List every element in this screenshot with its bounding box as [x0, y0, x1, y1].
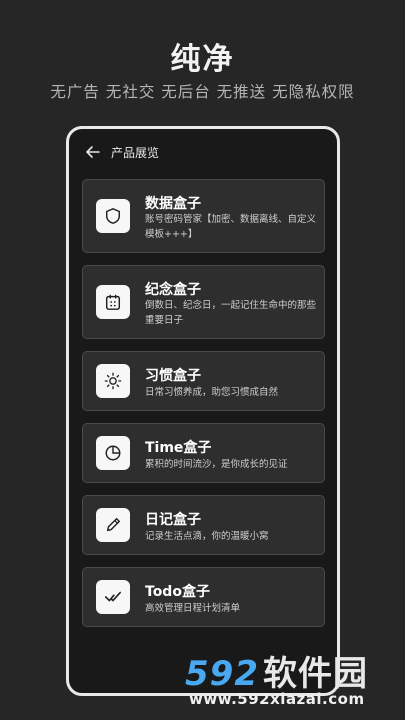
card-description: 记录生活点滴，你的温暖小窝 [145, 531, 269, 542]
card-description: 累积的时间流沙，是你成长的见证 [145, 459, 288, 470]
card-title: 习惯盒子 [145, 368, 201, 384]
card-habit-box[interactable]: 习惯盒子 日常习惯养成，助您习惯成自然 [82, 351, 325, 411]
watermark-logo-number: 592 [185, 654, 259, 694]
card-diary-box[interactable]: 日记盒子 记录生活点滴，你的温暖小窝 [82, 495, 325, 555]
arrow-left-icon[interactable] [85, 144, 101, 160]
card-title: 日记盒子 [145, 512, 201, 528]
phone-frame: 产品展览 数据盒子 账号密码管家【加密、数据离线、自定义模板+++】 纪念盒子 … [66, 126, 340, 696]
card-data-box[interactable]: 数据盒子 账号密码管家【加密、数据离线、自定义模板+++】 [82, 179, 325, 253]
card-title: 数据盒子 [145, 196, 201, 212]
pencil-icon [96, 508, 130, 542]
sun-icon [96, 364, 130, 398]
card-todo-box[interactable]: Todo盒子 高效管理日程计划清单 [82, 567, 325, 627]
card-description: 账号密码管家【加密、数据离线、自定义模板+++】 [145, 214, 317, 240]
card-description: 高效管理日程计划清单 [145, 603, 241, 614]
calendar-icon [96, 285, 130, 319]
watermark: 592 软件园 www.592xiazai.com [185, 646, 395, 712]
tagline: 无广告 无社交 无后台 无推送 无隐私权限 [50, 83, 355, 101]
double-check-icon [96, 580, 130, 614]
pie-chart-icon [96, 436, 130, 470]
watermark-logo: 592 软件园 [185, 646, 368, 695]
card-title: 纪念盒子 [145, 282, 201, 298]
headline: 纯净 [170, 42, 235, 77]
card-time-box[interactable]: Time盒子 累积的时间流沙，是你成长的见证 [82, 423, 325, 483]
app-top-bar: 产品展览 [69, 129, 337, 175]
app-title: 产品展览 [111, 145, 160, 160]
shield-icon [96, 199, 130, 233]
watermark-url: www.592xiazai.com [189, 690, 365, 708]
watermark-logo-text: 软件园 [262, 654, 368, 694]
card-title: Todo盒子 [145, 584, 210, 600]
card-title: Time盒子 [145, 440, 212, 456]
card-anniversary-box[interactable]: 纪念盒子 倒数日、纪念日，一起记住生命中的那些重要日子 [82, 265, 325, 339]
card-description: 日常习惯养成，助您习惯成自然 [145, 387, 279, 398]
card-description: 倒数日、纪念日，一起记住生命中的那些重要日子 [145, 300, 317, 326]
